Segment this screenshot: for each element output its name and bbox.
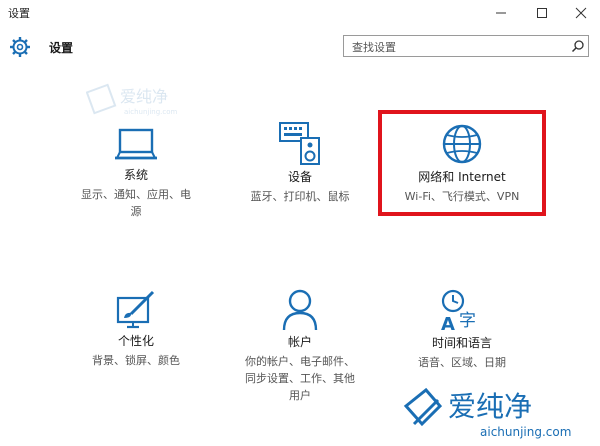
watermark-brand: 爱纯净 [448,390,532,423]
tile-time-language-desc: 语音、区域、日期 [418,356,506,369]
search-input[interactable]: 查找设置 [343,35,589,57]
tile-system-desc: 显示、通知、应用、电源 [81,188,191,218]
maximize-icon [537,8,547,18]
tile-system-name: 系统 [123,168,148,182]
tile-devices-name: 设备 [287,170,312,184]
minimize-button[interactable] [484,0,518,26]
person-icon [282,289,318,331]
svg-text:字: 字 [459,311,476,331]
window-title: 设置 [8,7,30,20]
tile-accounts[interactable]: 帐户 你的帐户、电子邮件、 同步设置、工作、其他 用户 [210,287,390,404]
watermark: 爱纯净 aichunjing.com [400,380,600,442]
tile-accounts-desc: 你的帐户、电子邮件、 同步设置、工作、其他 用户 [245,355,355,402]
svg-text:A: A [441,314,455,332]
close-icon [575,7,587,19]
clock-language-icon: A 字 [441,289,476,332]
tile-personalization-desc: 背景、锁屏、颜色 [92,354,180,367]
search-placeholder: 查找设置 [352,41,396,54]
tile-time-language-name: 时间和语言 [431,336,492,350]
tile-devices-desc: 蓝牙、打印机、鼠标 [250,190,350,203]
search-icon[interactable] [571,39,585,53]
minimize-icon [496,12,506,14]
watermark-logo-icon: 爱纯净 aichunjing.com [403,387,571,439]
highlight-box [378,110,546,216]
maximize-button[interactable] [525,0,559,26]
gear-icon [10,37,30,57]
tile-personalization[interactable]: 个性化 背景、锁屏、颜色 [46,290,226,369]
keyboard-speaker-icon [279,122,320,165]
watermark-logo-icon: 爱纯净 aichunjing.com [86,83,178,116]
svg-text:爱纯净: 爱纯净 [120,87,168,106]
tile-system[interactable]: 系统 显示、通知、应用、电源 [46,124,226,220]
tile-devices[interactable]: 设备 蓝牙、打印机、鼠标 [210,120,390,205]
page-title: 设置 [49,41,74,55]
tile-accounts-name: 帐户 [287,335,312,349]
tile-time-language[interactable]: A 字 时间和语言 语音、区域、日期 [372,288,552,371]
tile-personalization-name: 个性化 [117,334,154,348]
watermark-url: aichunjing.com [480,425,571,439]
laptop-icon [115,128,157,160]
settings-header: 设置 查找设置 [0,28,600,68]
svg-text:aichunjing.com: aichunjing.com [124,108,178,116]
close-button[interactable] [564,0,598,26]
title-bar: 设置 [0,0,600,26]
paint-screen-icon [116,290,155,329]
